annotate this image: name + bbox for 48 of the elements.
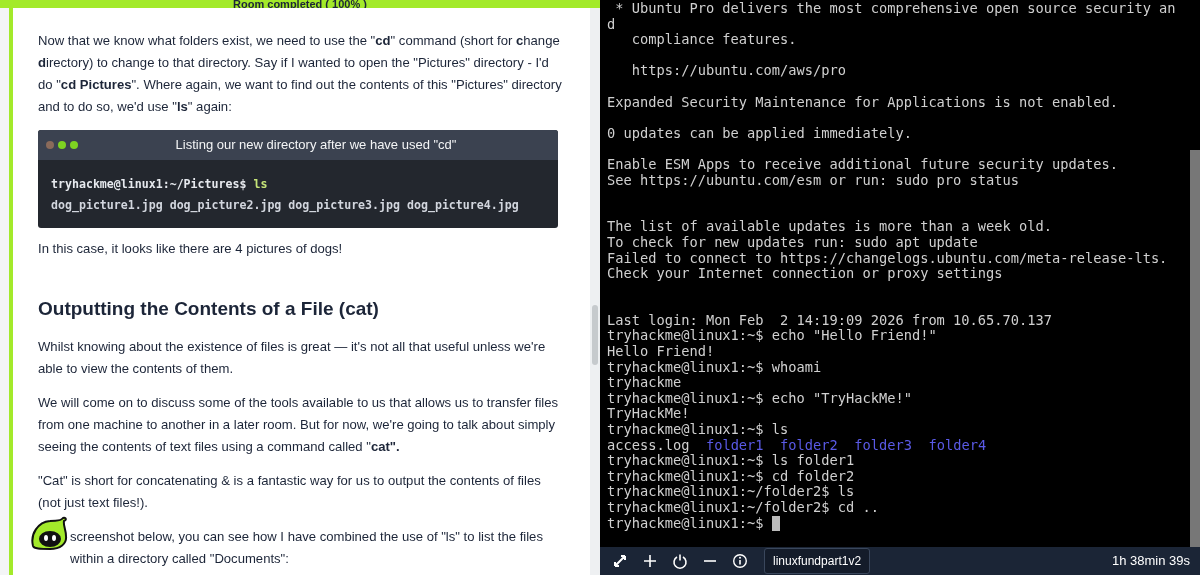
directory-name: folder1 [705,436,764,453]
terminal-line: tryhackme@linux1:~$ echo "TryHackMe!" [607,389,912,406]
hooded-mascot-icon[interactable] [30,516,70,550]
terminal-line: d [607,15,616,32]
terminal-line: tryhackme@linux1:~$ [607,514,764,531]
terminal-line: tryhackme@linux1:~$ ls [607,421,789,438]
code-line: tryhackme@linux1:~/Pictures$ ls [51,176,269,193]
terminal-line: Enable ESM Apps to receive additional future security updates. [607,155,1118,172]
terminal-line: tryhackme@linux1:~$ cd folder2 [607,467,855,484]
info-icon[interactable] [732,553,748,569]
terminal-line: The list of available updates is more than a week old. [607,218,1052,235]
paragraph: "Cat" is short for concatenating & is a fantastic way for us to output the contents of files (not just text files!). [38,472,542,512]
terminal-line: Failed to connect to https://changelogs.ubuntu.com/meta-release-lts. [607,249,1168,266]
terminal-line: See https://ubuntu.com/esm or run: sudo pro status [607,171,1020,188]
terminal-line: tryhackme [607,374,682,391]
plus-icon[interactable] [642,553,658,569]
paragraph: Whilst knowing about the existence of files is great — it's not all that useful unless we're able to view the contents of them. [38,338,547,378]
code-block-title: Listing our new directory after we have used "cd" [174,136,458,154]
terminal-line: Check your Internet connection or proxy settings [607,265,1003,282]
terminal-line: * Ubuntu Pro delivers the most comprehensive open source security an [614,0,1176,16]
terminal-line: tryhackme@linux1:~$ whoami [607,358,822,375]
terminal-line: Expanded Security Maintenance for Applications is not enabled. [607,93,1118,110]
code-line: dog_picture1.jpg dog_picture2.jpg dog_picture3.jpg dog_picture4.jpg [51,197,520,215]
terminal-line: tryhackme@linux1:~/folder2$ ls [607,483,855,500]
directory-name: folder2 [780,436,838,453]
machine-tab[interactable]: linuxfundpart1v2 [764,548,871,574]
expand-icon[interactable] [612,553,628,569]
terminal-line: 0 updates can be applied immediately. [607,124,912,141]
terminal-line: To check for new updates run: sudo apt update [607,233,978,250]
terminal-line: compliance features. [630,31,797,48]
paragraph: screenshot below, you can see how I have combined the use of "ls" to list the files within a directory called "Documents": [70,529,543,566]
scrollbar[interactable] [590,8,600,575]
time-remaining: 1h 38min 39s [1111,552,1190,571]
paragraph: Now that we know what folders exist, we need to use the "cd" command (short for change directory) to change to that directory. Say if I wanted to open the "Pictures" directory - I'd do "cd Pictures". Where again, we want to find out the contents of this "Pictures" directory and to do so, we'd use "ls" again: [38,32,563,116]
terminal-line: tryhackme@linux1:~$ echo "Hello Friend!" [607,327,937,344]
directory-name: folder4 [928,436,987,453]
paragraph: We will come on to discuss some of the tools available to us that allows us to transfer files from one machine to another in a later room. But for now, we're going to talk about simply seeing the contents of text files using a command called "cat". [38,394,560,456]
terminal-line: tryhackme@linux1:~$ ls folder1 [607,452,855,469]
terminal-line: tryhackme@linux1:~/folder2$ cd .. [607,499,879,515]
power-icon[interactable] [672,553,688,569]
terminal-line: TryHackMe! [607,405,690,422]
paragraph: In this case, it looks like there are 4 pictures of dogs! [38,240,344,258]
terminal-line: Hello Friend! [607,343,715,360]
terminal-line: https://ubuntu.com/aws/pro [630,62,846,79]
directory-name: folder3 [854,436,912,453]
section-heading: Outputting the Contents of a File (cat) [38,297,380,321]
file-name: access.log [607,436,690,453]
terminal-line: Last login: Mon Feb 2 14:19:09 2026 from 10.65.70.137 [607,311,1052,328]
